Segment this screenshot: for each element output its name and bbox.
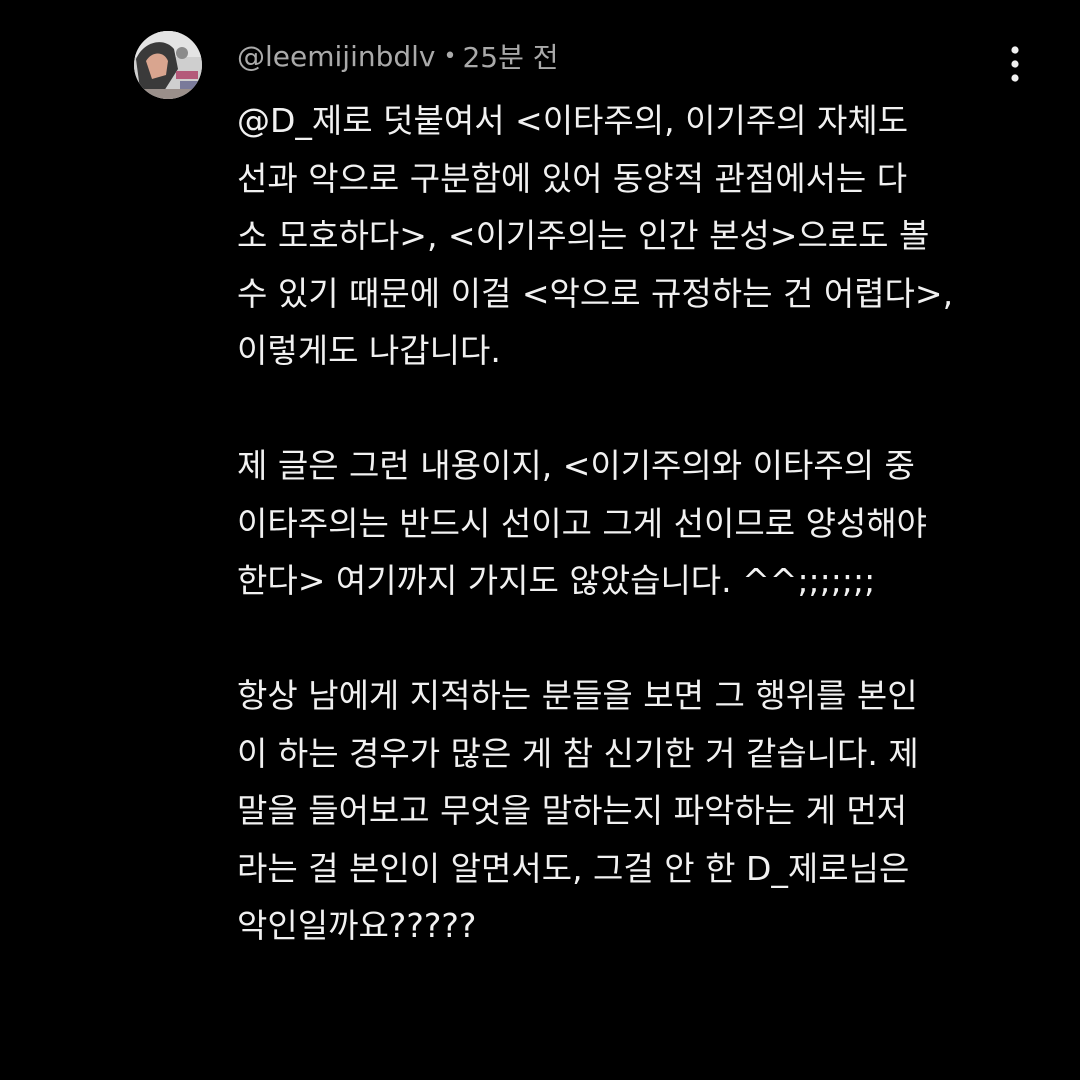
comment-line: 말을 들어보고 무엇을 말하는지 파악하는 게 먼저 bbox=[237, 791, 908, 830]
comment-line: 라는 걸 본인이 알면서도, 그걸 안 한 D_제로님은 bbox=[237, 848, 910, 888]
comment-line: 제 글은 그런 내용이지, <이기주의와 이타주의 중 bbox=[237, 446, 915, 485]
comment-header: @leemijinbdlv • 25분 전 bbox=[237, 36, 559, 76]
author-handle[interactable]: @leemijinbdlv bbox=[237, 40, 436, 73]
comment-line: 수 있기 때문에 이걸 <악으로 규정하는 건 어렵다>, bbox=[237, 273, 954, 313]
avatar-photo bbox=[134, 31, 202, 99]
comment-body: @D_제로 덧붙여서 <이타주의, 이기주의 자체도 선과 악으로 구분함에 있… bbox=[237, 92, 1027, 955]
comment-line: @D_제로 덧붙여서 <이타주의, 이기주의 자체도 bbox=[237, 101, 909, 140]
header-separator: • bbox=[443, 43, 457, 69]
comment-line: 이렇게도 나갑니다. bbox=[237, 331, 501, 370]
comment-line: 선과 악으로 구분함에 있어 동양적 관점에서는 다 bbox=[237, 158, 908, 198]
comment-line: 악인일까요????? bbox=[237, 906, 477, 945]
more-vert-icon bbox=[1011, 46, 1019, 82]
comment-line: 항상 남에게 지적하는 분들을 보면 그 행위를 본인 bbox=[237, 676, 918, 715]
timestamp[interactable]: 25분 전 bbox=[462, 36, 558, 76]
comment: @leemijinbdlv • 25분 전 @D_제로 덧붙여서 <이타주의, … bbox=[0, 0, 1080, 1080]
comment-line: 한다> 여기까지 가지도 않았습니다. ^^;;;;;;; bbox=[237, 561, 876, 600]
comment-line: 이타주의는 반드시 선이고 그게 선이므로 양성해야 bbox=[237, 503, 928, 543]
comment-line: 이 하는 경우가 많은 게 참 신기한 거 같습니다. 제 bbox=[237, 733, 919, 773]
avatar[interactable] bbox=[134, 31, 202, 99]
more-options-button[interactable] bbox=[995, 36, 1035, 92]
comment-line: 소 모호하다>, <이기주의는 인간 본성>으로도 볼 bbox=[237, 216, 930, 255]
